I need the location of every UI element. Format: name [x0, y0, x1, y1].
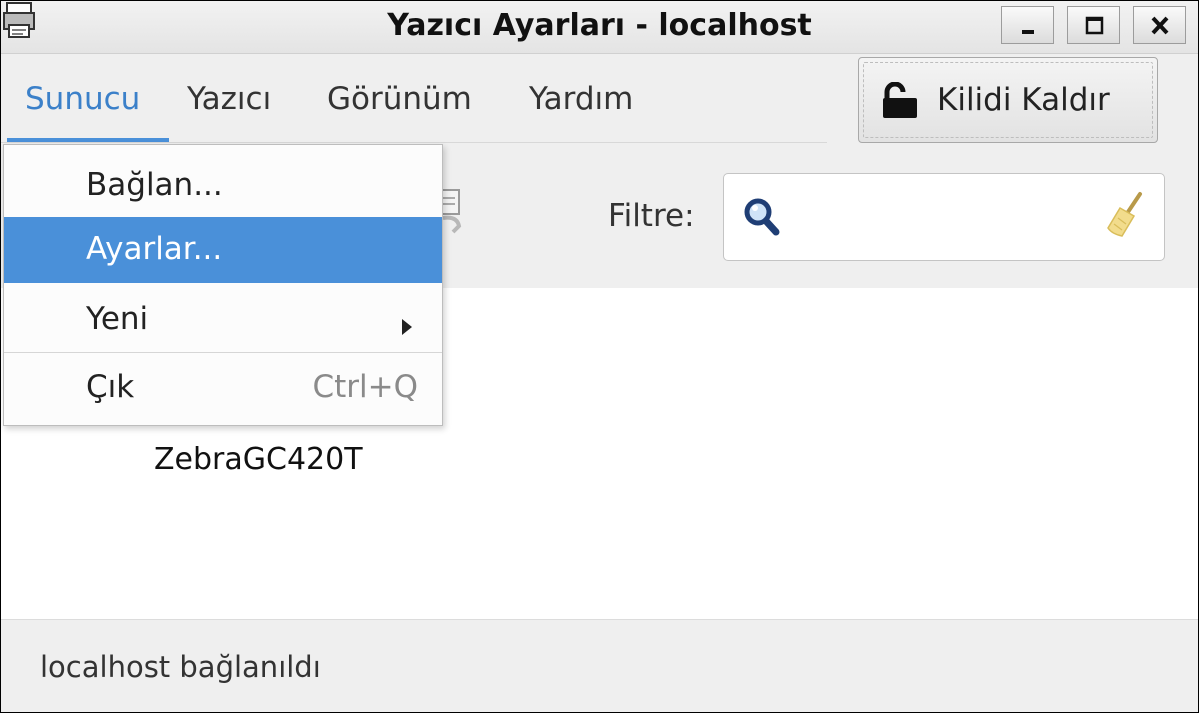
close-icon: [1151, 16, 1169, 35]
filter-field[interactable]: [723, 173, 1165, 261]
sunucu-dropdown-menu: Bağlan... Ayarlar... Yeni Çık Ctrl+Q: [3, 144, 443, 426]
menu-bar: Sunucu Yazıcı Görünüm Yardım: [1, 54, 827, 143]
menu-sunucu[interactable]: Sunucu: [25, 81, 140, 117]
lock-icon: [881, 81, 921, 124]
menu-yardim[interactable]: Yardım: [529, 81, 633, 117]
filter-input[interactable]: [792, 194, 1086, 240]
maximize-button[interactable]: [1067, 6, 1120, 44]
printer-settings-window: Yazıcı Ayarları - localhost Sunucu Yazıc…: [0, 0, 1199, 713]
menu-gorunum[interactable]: Görünüm: [327, 81, 472, 117]
menu-item-label: Yeni: [86, 301, 149, 337]
menu-item-label: Çık: [86, 369, 135, 405]
unlock-label: Kilidi Kaldır: [937, 82, 1110, 118]
printer-name: ZebraGC420T: [154, 442, 363, 477]
shortcut-label: Ctrl+Q: [312, 369, 418, 405]
filter-label: Filtre:: [608, 198, 695, 234]
menu-item-connect[interactable]: Bağlan...: [4, 153, 442, 219]
maximize-icon: [1085, 16, 1104, 35]
title-bar[interactable]: Yazıcı Ayarları - localhost: [1, 1, 1198, 54]
minimize-button[interactable]: [1001, 6, 1054, 44]
menu-yazici[interactable]: Yazıcı: [187, 81, 271, 117]
menu-item-quit[interactable]: Çık Ctrl+Q: [4, 355, 442, 421]
search-icon: [742, 196, 782, 242]
minimize-icon: [1022, 30, 1034, 34]
menu-item-new[interactable]: Yeni: [4, 287, 442, 353]
active-menu-indicator: [7, 138, 169, 142]
unlock-button[interactable]: Kilidi Kaldır: [858, 57, 1158, 143]
chevron-right-icon: [400, 309, 414, 345]
menu-item-label: Ayarlar...: [86, 231, 223, 267]
close-button[interactable]: [1133, 6, 1186, 44]
clear-broom-icon[interactable]: [1102, 190, 1148, 244]
status-bar: localhost bağlanıldı: [1, 619, 1198, 712]
menu-separator: [4, 352, 442, 353]
menu-item-settings[interactable]: Ayarlar...: [4, 217, 442, 283]
menu-item-label: Bağlan...: [86, 167, 223, 203]
status-text: localhost bağlanıldı: [40, 650, 321, 684]
